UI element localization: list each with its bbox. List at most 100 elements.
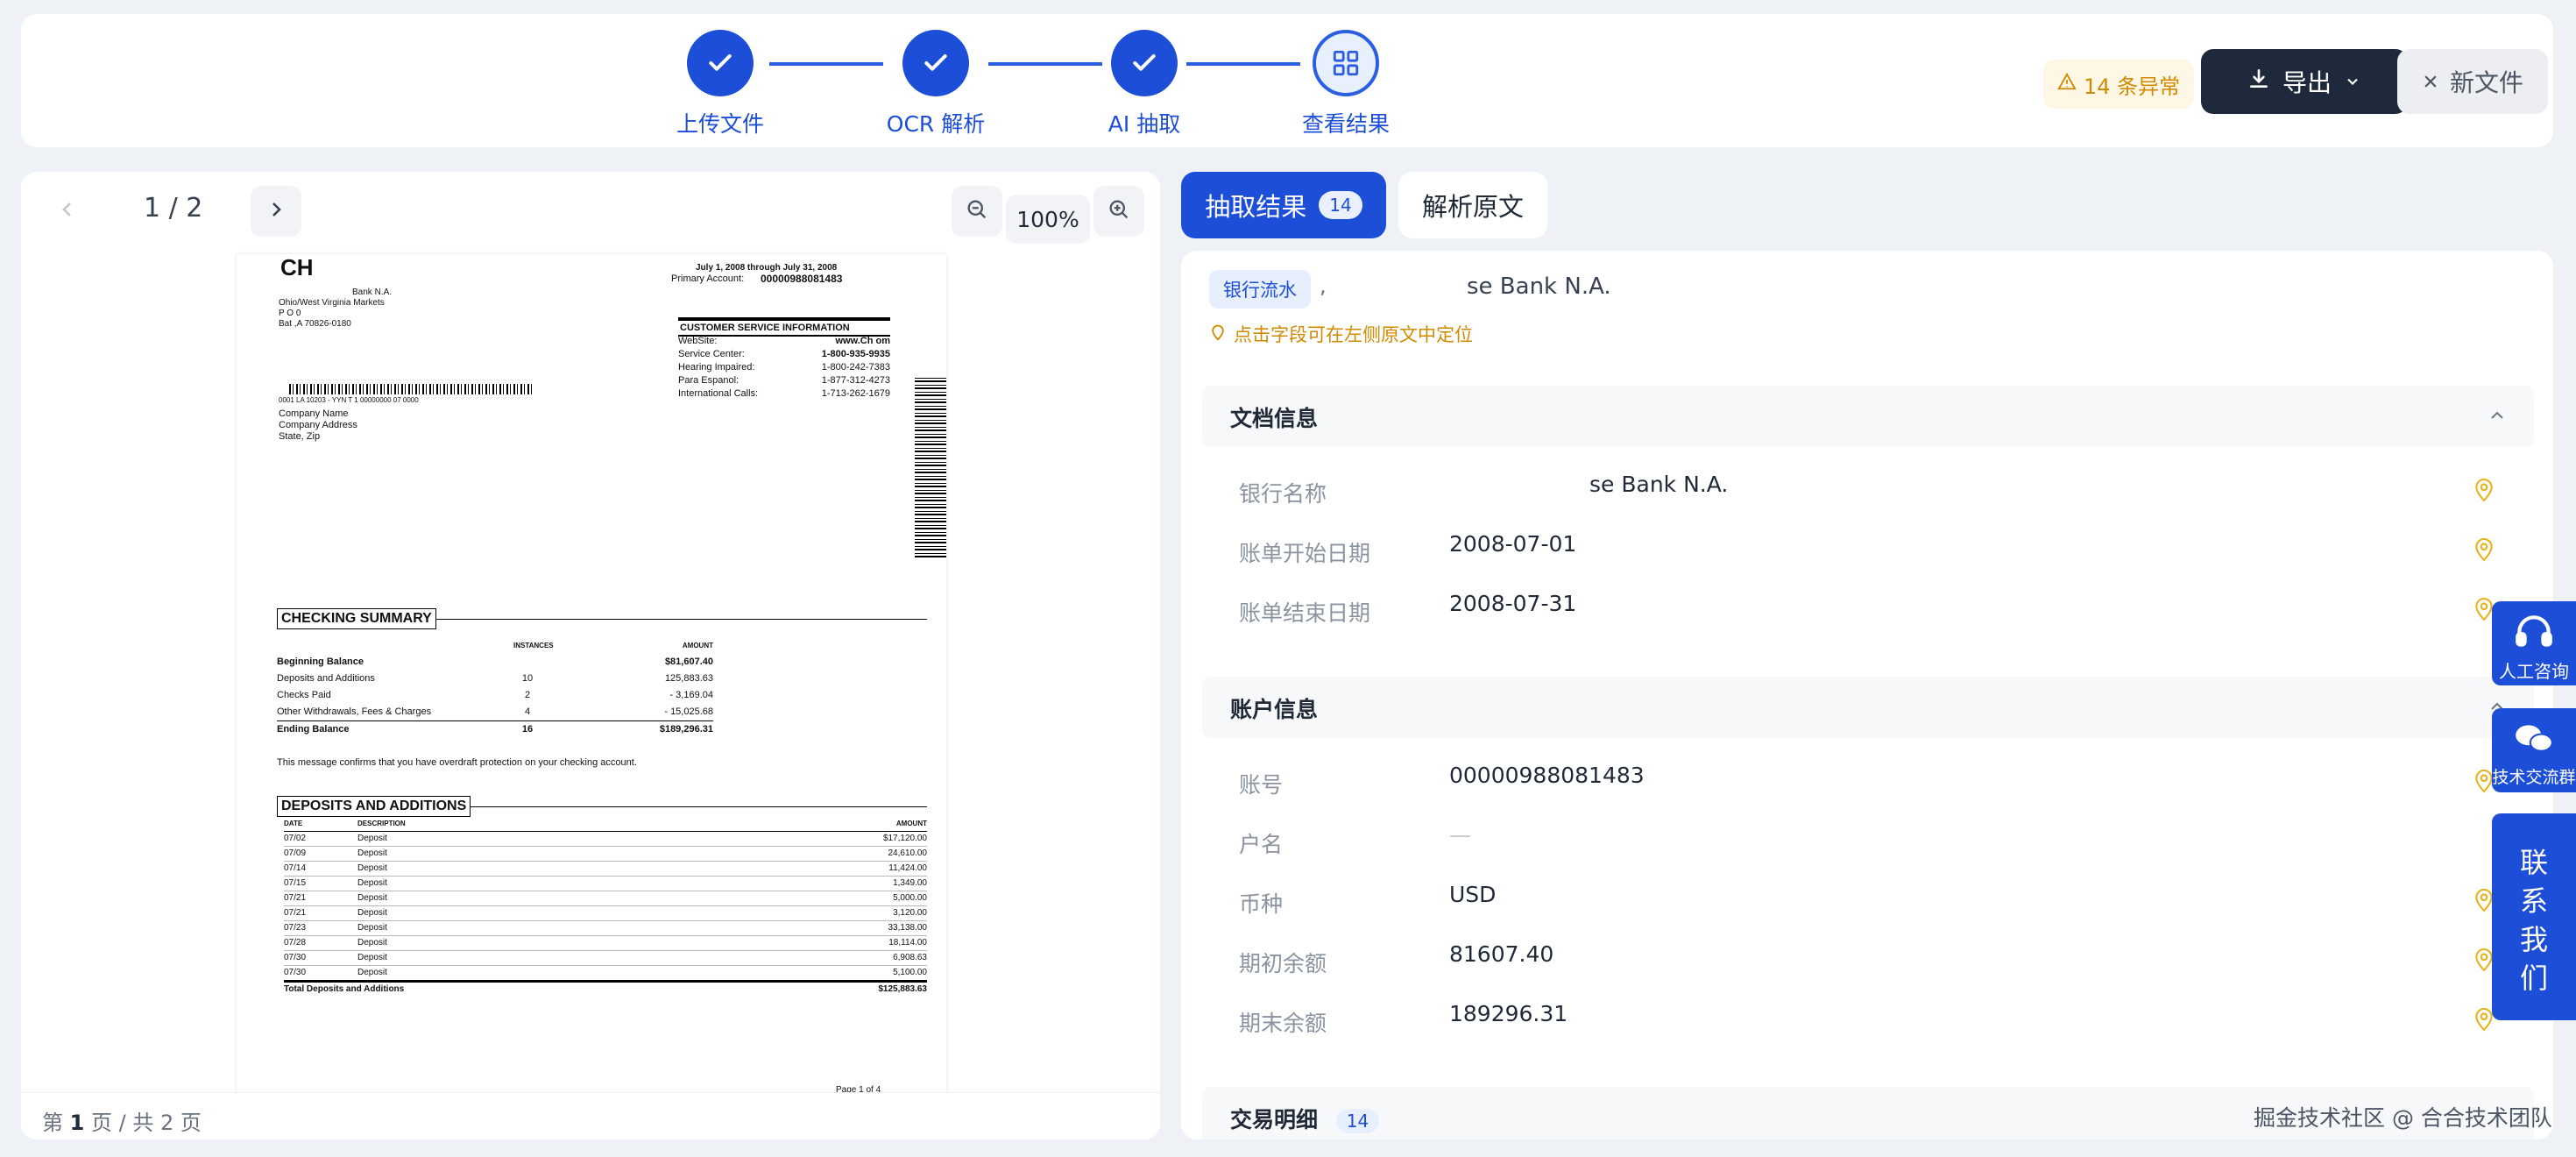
doc-cell: 18,114.00 — [888, 938, 927, 948]
doc-overdraft-message: This message confirms that you have over… — [277, 757, 637, 768]
field-value-start-date[interactable]: 2008-07-01 — [1449, 531, 1576, 557]
field-value-account-name[interactable]: — — [1449, 822, 1471, 848]
doc-deposits-table: DATE DESCRIPTION AMOUNT 07/02 Deposit $17,12… — [284, 817, 927, 997]
step-ai-extract[interactable]: AI 抽取 — [1057, 30, 1232, 138]
doc-cell: 5,100.00 — [893, 968, 927, 977]
close-icon — [2422, 67, 2439, 96]
page-footer: 第 1 页 / 共 2 页 — [21, 1092, 1160, 1139]
tab-label: 抽取结果 — [1205, 192, 1307, 222]
document-page[interactable]: CH Bank N.A. Ohio/West Virginia Markets … — [237, 254, 946, 1096]
doc-bank-line: Bat ,A 70826-0180 — [279, 319, 351, 329]
new-file-button[interactable]: 新文件 — [2397, 49, 2548, 114]
separator: , — [1320, 273, 1327, 298]
doc-cell: 07/30 — [284, 953, 307, 962]
anomaly-text: 14 条异常 — [2084, 74, 2181, 99]
step-label: OCR 解析 — [886, 111, 986, 137]
footer-text: 页 — [180, 1111, 202, 1135]
doc-cell: Deposit — [357, 863, 387, 873]
field-value-opening-balance[interactable]: 81607.40 — [1449, 941, 1553, 967]
zoom-out-button[interactable] — [952, 186, 1002, 237]
tab-count-badge: 14 — [1319, 191, 1362, 219]
field-label: 期初余额 — [1239, 951, 1327, 976]
doc-csi-value: www.Ch om — [835, 336, 890, 346]
doc-period: July 1, 2008 through July 31, 2008 — [696, 263, 838, 273]
contact-char: 系 — [2519, 884, 2548, 918]
doc-cell: 2 — [524, 690, 531, 700]
field-label: 账号 — [1239, 772, 1284, 798]
step-upload[interactable]: 上传文件 — [633, 30, 808, 138]
section-doc-info[interactable]: 文档信息 — [1202, 386, 2534, 447]
prev-page-button[interactable] — [42, 186, 93, 237]
doc-cell: 10 — [521, 673, 534, 684]
human-consult-button[interactable]: 人工咨询 — [2492, 601, 2576, 685]
doc-cell: 07/15 — [284, 878, 307, 888]
doc-cell: $81,607.40 — [664, 657, 713, 667]
page-indicator: 1 / 2 — [144, 193, 203, 224]
doc-primary-label: Primary Account: — [671, 273, 745, 284]
doc-bank-line: P O 0 — [279, 309, 301, 318]
doc-csi-key: Hearing Impaired: — [678, 362, 755, 373]
contact-char: 我 — [2519, 923, 2548, 956]
footer-current-page: 1 — [69, 1111, 85, 1135]
tab-raw-text[interactable]: 解析原文 — [1398, 172, 1547, 238]
doc-col-header: INSTANCES — [513, 642, 554, 649]
doc-address: Company Name — [279, 408, 349, 419]
footer-total-pages: 2 — [159, 1111, 174, 1135]
zoom-level: 100% — [1006, 195, 1090, 244]
doc-col-header: DESCRIPTION — [357, 820, 406, 827]
field-value-bank-name[interactable]: se Bank N.A. — [1449, 472, 1728, 497]
section-account-info[interactable]: 账户信息 — [1202, 677, 2534, 738]
doc-cell: $189,296.31 — [659, 724, 713, 735]
headset-icon — [2512, 615, 2556, 657]
doc-col-header: AMOUNT — [682, 642, 713, 649]
doc-cell: Deposit — [357, 908, 387, 918]
locate-pin-icon[interactable] — [2473, 477, 2495, 503]
results-panel: 银行流水 , se Bank N.A. 点击字段可在左侧原文中定位 文档信息 银… — [1181, 251, 2553, 1139]
anomaly-badge[interactable]: 14 条异常 — [2043, 60, 2195, 109]
doc-primary-account: 00000988081483 — [761, 273, 843, 285]
doc-cell: 07/28 — [284, 938, 307, 948]
doc-csi-value: 1-713-262-1679 — [821, 388, 890, 399]
next-page-button[interactable] — [251, 186, 301, 237]
zoom-in-button[interactable] — [1093, 186, 1144, 237]
doc-cell: Deposit — [357, 893, 387, 903]
field-value-closing-balance[interactable]: 189296.31 — [1449, 1001, 1568, 1026]
contact-us-button[interactable]: 联 系 我 们 — [2492, 813, 2576, 1020]
chevron-left-icon — [57, 199, 78, 224]
new-file-label: 新文件 — [2449, 68, 2523, 97]
doc-cell: - 3,169.04 — [669, 690, 713, 700]
doc-bank-line: Ohio/West Virginia Markets — [279, 298, 385, 308]
locate-pin-icon[interactable] — [2473, 536, 2495, 563]
doc-cell: 33,138.00 — [888, 923, 928, 933]
export-button[interactable]: 导出 — [2201, 49, 2408, 114]
doc-cell: Checks Paid — [277, 690, 331, 700]
step-view-result[interactable]: 查看结果 — [1258, 30, 1433, 138]
doc-csi-value: 1-800-935-9935 — [821, 349, 890, 359]
doc-cell: $125,883.63 — [878, 984, 927, 994]
bank-name-summary: se Bank N.A. — [1467, 273, 1611, 300]
tech-group-button[interactable]: 技术交流群 — [2492, 708, 2576, 792]
doc-csi-title: CUSTOMER SERVICE INFORMATION — [678, 317, 890, 337]
doc-col-header: AMOUNT — [895, 820, 927, 827]
doc-cell: 07/21 — [284, 893, 307, 903]
tab-extract-result[interactable]: 抽取结果 14 — [1181, 172, 1386, 238]
doc-cell: 24,610.00 — [888, 848, 928, 858]
doc-bank-line: Bank N.A. — [352, 287, 393, 297]
doc-cell: 125,883.63 — [664, 673, 713, 684]
step-ocr[interactable]: OCR 解析 — [848, 30, 1023, 138]
vertical-barcode-icon — [915, 377, 946, 557]
top-bar: 上传文件 OCR 解析 AI 抽取 查看结果 14 条异常 导出 新文件 — [21, 14, 2553, 147]
doc-address: Company Address — [279, 420, 357, 430]
doc-cell: 6,908.63 — [893, 953, 927, 962]
doc-csi-value: 1-800-242-7383 — [821, 362, 890, 373]
section-title: 文档信息 — [1230, 406, 1319, 431]
field-value-currency[interactable]: USD — [1449, 882, 1496, 907]
hint-text: 点击字段可在左侧原文中定位 — [1234, 324, 1473, 345]
chevron-right-icon — [265, 199, 287, 224]
field-value-end-date[interactable]: 2008-07-31 — [1449, 591, 1576, 616]
field-value-account-number[interactable]: 00000988081483 — [1449, 763, 1645, 788]
tab-label: 解析原文 — [1421, 192, 1524, 222]
field-label: 账单结束日期 — [1239, 600, 1371, 626]
footer-text: 页 / 共 — [90, 1111, 154, 1135]
barcode-icon — [289, 384, 534, 394]
